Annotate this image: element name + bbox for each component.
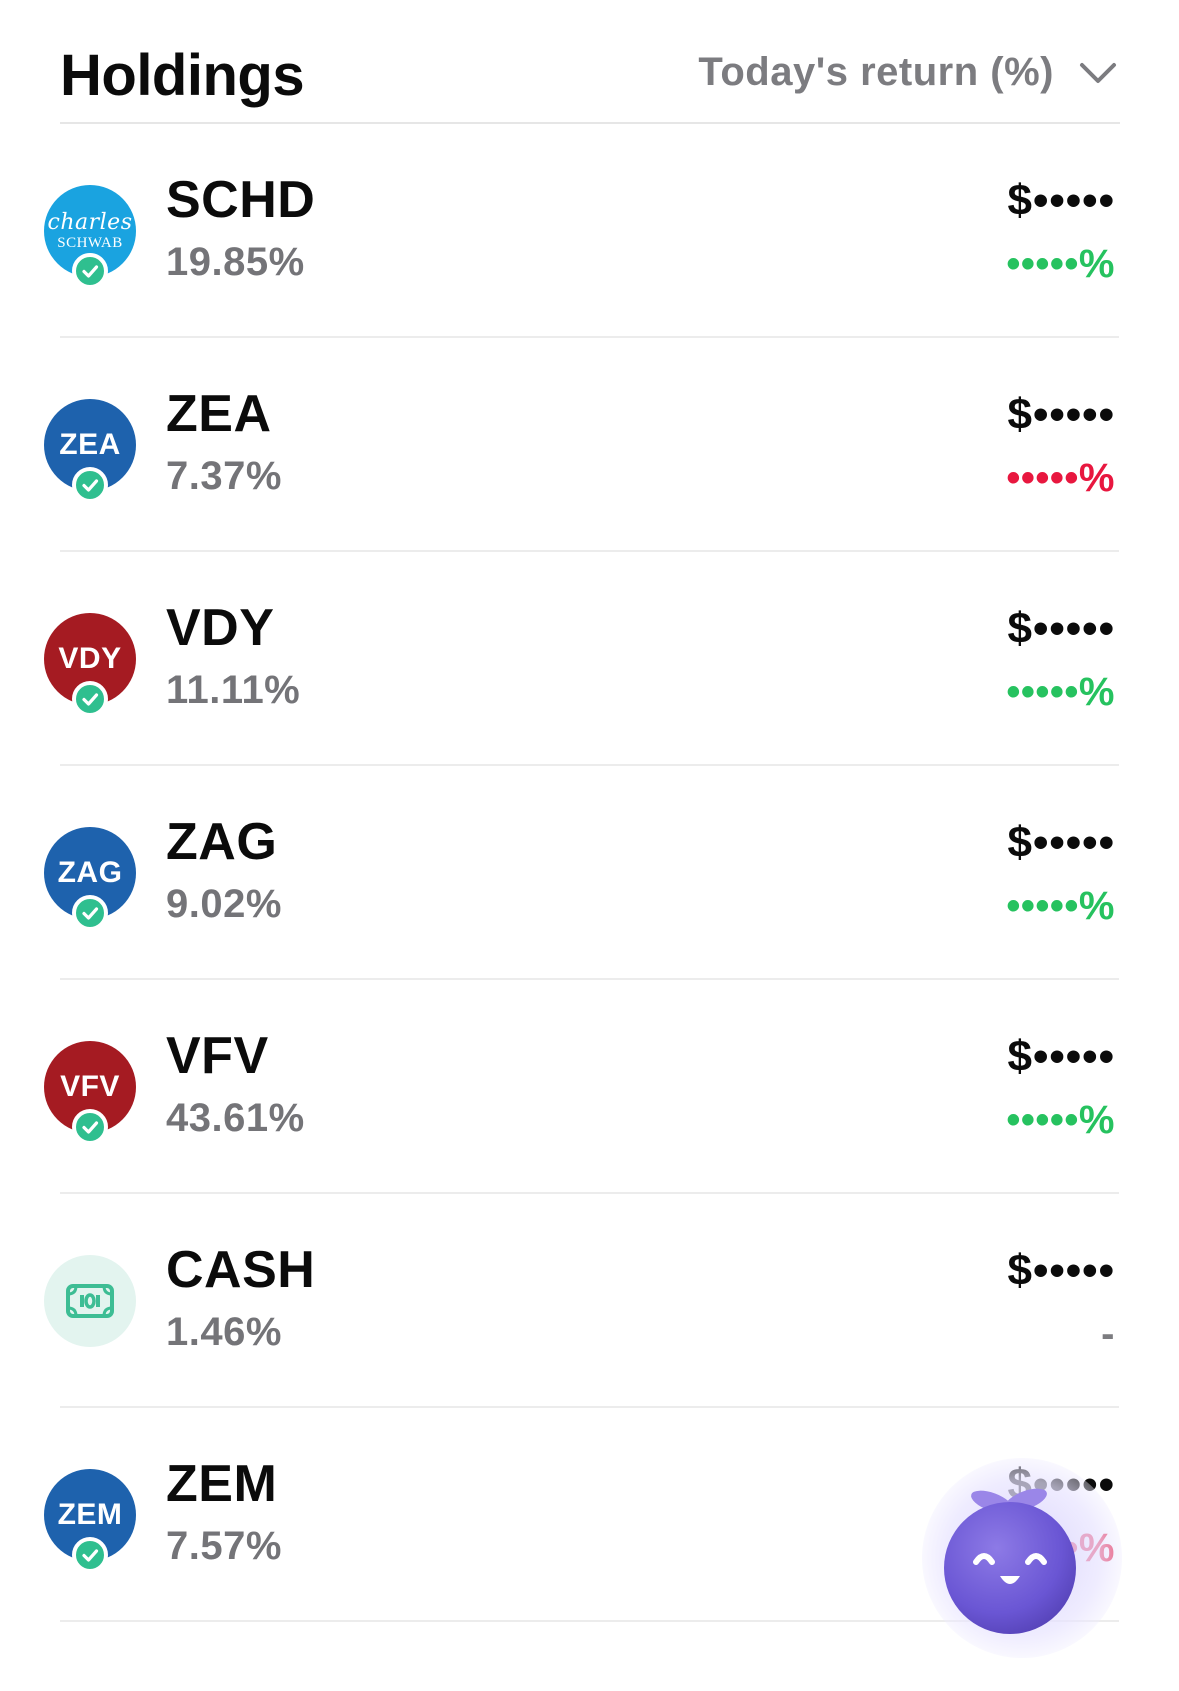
holding-logo: ZAG	[44, 827, 136, 931]
holding-logo: ZEM	[44, 1469, 136, 1573]
holding-logo: VFV	[44, 1041, 136, 1145]
sort-dropdown[interactable]: Today's return (%)	[698, 50, 1120, 95]
holding-weight: 7.37%	[166, 454, 282, 498]
holding-logo: ZEA	[44, 399, 136, 503]
holding-logo	[44, 1255, 136, 1347]
holdings-header: Holdings Today's return (%)	[60, 40, 1120, 124]
holding-weight: 7.57%	[166, 1524, 282, 1568]
holding-logo: VDY	[44, 613, 136, 717]
check-badge-icon	[72, 895, 108, 931]
holding-return: •••••%	[1006, 670, 1115, 714]
holding-ticker: ZAG	[166, 813, 278, 871]
check-badge-icon	[72, 253, 108, 289]
holding-weight: 11.11%	[166, 668, 301, 712]
holding-weight: 43.61%	[166, 1096, 305, 1140]
holding-ticker: ZEM	[166, 1455, 278, 1513]
check-badge-icon	[72, 681, 108, 717]
holding-value: $•••••	[1007, 604, 1115, 653]
holding-row[interactable]: ZEA ZEA 7.37% $••••• •••••%	[0, 338, 1179, 552]
holding-value: $•••••	[1007, 1246, 1115, 1295]
holding-weight: 1.46%	[166, 1310, 282, 1354]
holding-weight: 9.02%	[166, 882, 282, 926]
holding-logo: charles SCHWAB	[44, 185, 136, 289]
holding-weight: 19.85%	[166, 240, 305, 284]
holding-row[interactable]: VDY VDY 11.11% $••••• •••••%	[0, 552, 1179, 766]
holding-return: •••••%	[1006, 456, 1115, 500]
holding-value: $•••••	[1007, 390, 1115, 439]
holding-ticker: CASH	[166, 1241, 316, 1299]
holding-row[interactable]: ZAG ZAG 9.02% $••••• •••••%	[0, 766, 1179, 980]
sort-label: Today's return (%)	[698, 50, 1054, 94]
chevron-down-icon	[1080, 62, 1116, 83]
check-badge-icon	[72, 1537, 108, 1573]
holding-ticker: VDY	[166, 599, 275, 657]
banknote-icon	[44, 1255, 136, 1347]
holding-return: -	[1101, 1312, 1115, 1356]
holding-value: $•••••	[1007, 1032, 1115, 1081]
holding-value: $•••••	[1007, 176, 1115, 225]
holding-ticker: SCHD	[166, 171, 316, 229]
logo-line1: charles	[47, 209, 133, 235]
holdings-list: charles SCHWAB SCHD 19.85% $••••• •••••% ZEA ZE…	[0, 124, 1179, 1622]
check-badge-icon	[72, 1109, 108, 1145]
logo-line2: SCHWAB	[57, 234, 123, 251]
assistant-mascot-button[interactable]	[922, 1458, 1122, 1658]
holding-ticker: VFV	[166, 1027, 269, 1085]
holding-return: •••••%	[1006, 1098, 1115, 1142]
holding-row[interactable]: VFV VFV 43.61% $••••• •••••%	[0, 980, 1179, 1194]
mascot-assistant-icon	[944, 1488, 1076, 1634]
holding-row[interactable]: charles SCHWAB SCHD 19.85% $••••• •••••%	[0, 124, 1179, 338]
holding-row[interactable]: CASH 1.46% $••••• -	[0, 1194, 1179, 1408]
holding-ticker: ZEA	[166, 385, 272, 443]
check-badge-icon	[72, 467, 108, 503]
holding-return: •••••%	[1006, 884, 1115, 928]
holding-return: •••••%	[1006, 242, 1115, 286]
holding-value: $•••••	[1007, 818, 1115, 867]
page-title: Holdings	[60, 43, 305, 108]
